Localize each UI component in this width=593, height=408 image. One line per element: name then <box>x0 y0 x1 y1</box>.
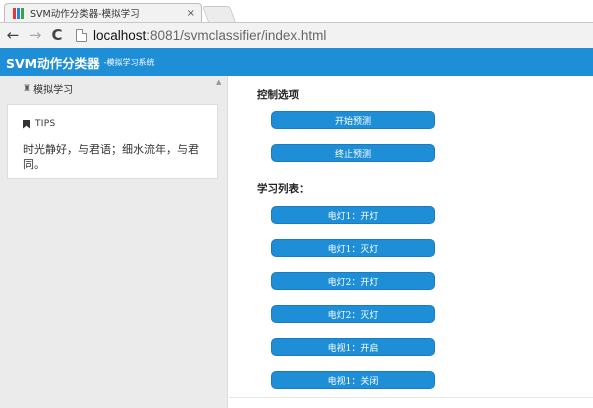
browser-tab-strip: SVM动作分类器-模拟学习 × <box>0 0 593 22</box>
new-tab-button[interactable] <box>202 6 236 22</box>
tips-title: TIPS <box>35 119 56 129</box>
learn-tv1-off-button[interactable]: 电视1：关闭 <box>271 371 435 389</box>
control-options-heading: 控制选项 <box>257 89 299 101</box>
bookmark-icon <box>23 119 30 129</box>
url-path: :8081/svmclassifier/index.html <box>146 28 327 43</box>
learn-light1-on-button[interactable]: 电灯1：开灯 <box>271 206 435 224</box>
learn-light2-off-button[interactable]: 电灯2：灭灯 <box>271 305 435 323</box>
tips-card: TIPS 时光静好，与君语；细水流年，与君同。 <box>7 104 218 179</box>
tab-close-icon[interactable]: × <box>187 8 195 19</box>
forward-arrow-icon[interactable]: → <box>24 28 46 43</box>
learn-tv1-on-button[interactable]: 电视1：开启 <box>271 338 435 356</box>
main-content: 控制选项 开始预测 终止预测 学习列表： 电灯1：开灯 电灯1：灭灯 电灯2：开… <box>229 76 593 408</box>
app-subtitle: -模拟学习系统 <box>103 57 155 67</box>
start-predict-button[interactable]: 开始预测 <box>271 111 435 129</box>
sidebar-item-label: 模拟学习 <box>33 85 74 96</box>
tab-title: SVM动作分类器-模拟学习 <box>30 9 140 20</box>
learn-light2-on-button[interactable]: 电灯2：开灯 <box>271 272 435 290</box>
sidebar-item-simulate-learning[interactable]: ♜ 模拟学习 <box>0 76 220 101</box>
url-host: localhost <box>93 28 147 43</box>
home-icon: ♜ <box>23 83 32 94</box>
scroll-up-arrow-icon[interactable]: ▲ <box>216 78 221 86</box>
reload-icon[interactable]: C <box>46 28 68 43</box>
page-icon <box>76 29 87 42</box>
app-header: SVM动作分类器 -模拟学习系统 <box>0 48 593 76</box>
browser-tab[interactable]: SVM动作分类器-模拟学习 × <box>4 3 202 22</box>
tips-header: TIPS <box>23 119 56 129</box>
learning-list-heading: 学习列表： <box>257 183 310 195</box>
footer-bar <box>229 397 593 408</box>
browser-toolbar: ← → C localhost :8081/svmclassifier/inde… <box>0 22 593 48</box>
learn-light1-off-button[interactable]: 电灯1：灭灯 <box>271 239 435 257</box>
sidebar: ♜ 模拟学习 ▲ TIPS 时光静好，与君语；细水流年，与君同。 <box>0 76 228 408</box>
app-title: SVM动作分类器 <box>6 55 100 71</box>
address-bar[interactable]: localhost :8081/svmclassifier/index.html <box>76 26 326 46</box>
stop-predict-button[interactable]: 终止预测 <box>271 144 435 162</box>
favicon-icon <box>13 7 26 19</box>
back-arrow-icon[interactable]: ← <box>2 28 24 43</box>
tips-text: 时光静好，与君语；细水流年，与君同。 <box>23 143 199 171</box>
